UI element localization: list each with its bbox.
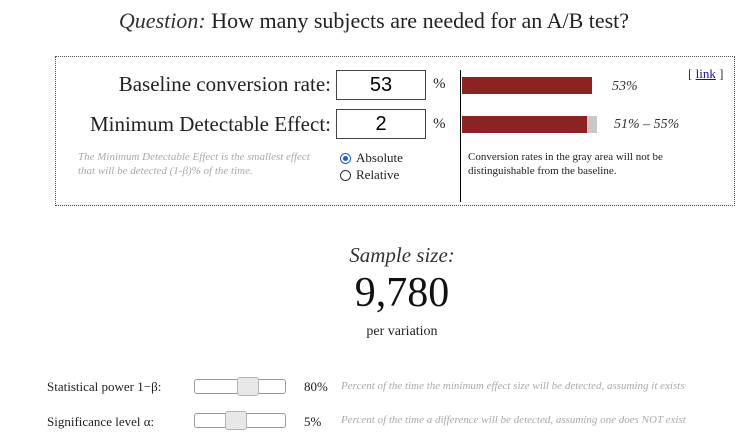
mde-bar-gray-area: [587, 116, 597, 133]
mde-bar: [462, 116, 597, 133]
significance-help-text: Percent of the time a difference will be…: [341, 414, 686, 426]
significance-value: 5%: [304, 414, 322, 429]
link-container: [ link ]: [688, 66, 723, 82]
question-label: Question:: [118, 8, 206, 33]
baseline-bar: [462, 77, 592, 94]
power-label: Statistical power 1−β:: [47, 379, 162, 394]
power-slider-handle[interactable]: [237, 377, 259, 396]
permalink-link[interactable]: link: [696, 66, 716, 81]
baseline-unit: %: [433, 76, 446, 92]
baseline-bar-fill: [462, 77, 592, 94]
link-bracket-close: ]: [719, 66, 724, 81]
mde-unit: %: [433, 116, 446, 132]
significance-slider-handle[interactable]: [225, 411, 247, 430]
mde-input[interactable]: [336, 109, 426, 139]
link-bracket-open: [: [688, 66, 693, 81]
relative-label: Relative: [356, 167, 400, 182]
sample-size-value: 9,780: [354, 270, 450, 316]
baseline-bar-value: 53%: [612, 79, 638, 94]
sample-size-unit: per variation: [366, 324, 438, 339]
absolute-option[interactable]: Absolute: [340, 150, 403, 166]
sample-size-label: Sample size:: [349, 243, 455, 267]
baseline-input[interactable]: [336, 70, 426, 100]
significance-slider[interactable]: [194, 411, 286, 430]
panel-divider: [460, 70, 461, 202]
mde-label: Minimum Detectable Effect:: [89, 112, 331, 136]
power-value: 80%: [304, 379, 328, 394]
mde-help-text: The Minimum Detectable Effect is the sma…: [78, 151, 310, 177]
question-heading: Question: How many subjects are needed f…: [0, 8, 748, 34]
absolute-label: Absolute: [356, 150, 403, 165]
relative-radio[interactable]: [340, 169, 351, 181]
baseline-label: Baseline conversion rate:: [118, 72, 331, 96]
power-help-text: Percent of the time the minimum effect s…: [341, 380, 685, 392]
question-text: How many subjects are needed for an A/B …: [211, 8, 630, 33]
gray-area-note: Conversion rates in the gray area will n…: [468, 151, 663, 177]
absolute-radio[interactable]: [340, 152, 351, 164]
mde-bar-range: 51% – 55%: [614, 117, 680, 132]
mde-bar-fill: [462, 116, 587, 133]
power-slider[interactable]: [194, 377, 286, 396]
relative-option[interactable]: Relative: [340, 167, 399, 183]
significance-label: Significance level α:: [47, 414, 155, 429]
